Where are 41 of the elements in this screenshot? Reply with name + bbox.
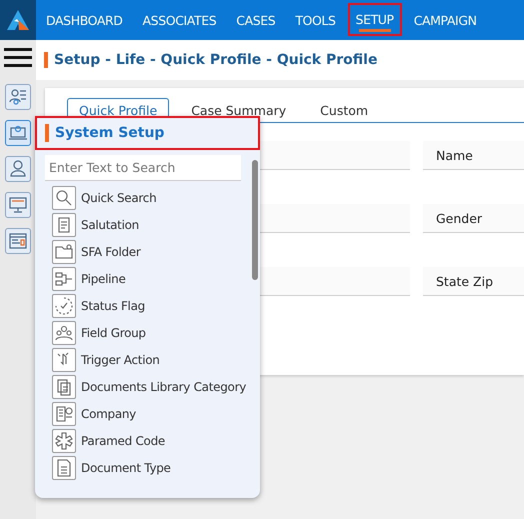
nav-tab[interactable]: DASHBOARD: [38, 0, 131, 40]
folder-icon: [52, 240, 76, 264]
menu-item[interactable]: Documents Library Category: [81, 380, 246, 394]
menu-item[interactable]: Quick Search: [81, 190, 156, 204]
menu-item[interactable]: Pipeline: [81, 272, 126, 286]
nav-tab[interactable]: TOOLS: [287, 0, 344, 40]
nav-tab[interactable]: CAMPAIGN: [406, 0, 485, 40]
documents-icon: [52, 374, 76, 398]
menu-item[interactable]: Document Type: [81, 460, 171, 474]
menu-item[interactable]: Trigger Action: [81, 352, 160, 366]
laptop-icon[interactable]: [5, 120, 31, 146]
flowchart-icon: [52, 266, 76, 290]
breadcrumb-title: Setup - Life - Quick Profile - Quick Profile: [44, 52, 378, 68]
tab[interactable]: Custom: [308, 98, 380, 122]
menu-icon[interactable]: [4, 48, 32, 68]
menu-header: System Setup: [35, 116, 260, 150]
menu-item[interactable]: Status Flag: [81, 298, 145, 312]
menu-item[interactable]: Company: [81, 406, 136, 420]
menu-item[interactable]: Field Group: [81, 326, 146, 340]
checklist-icon: [52, 402, 76, 426]
search-field[interactable]: Enter Text to Search: [45, 155, 241, 181]
menu-item[interactable]: Paramed Code: [81, 434, 165, 448]
nav-tab[interactable]: SETUP: [348, 3, 402, 36]
star-of-life-icon: [52, 428, 76, 452]
monitor-icon[interactable]: [5, 192, 31, 218]
user-icon[interactable]: [5, 156, 31, 182]
field-label: State Zip: [423, 267, 524, 296]
clock-icon: [52, 294, 76, 318]
profile-card-icon[interactable]: [5, 84, 31, 110]
menu-item[interactable]: Salutation: [81, 218, 139, 232]
window-icon[interactable]: [5, 228, 31, 254]
field-label: Gender: [423, 204, 524, 233]
menu-item[interactable]: SFA Folder: [81, 244, 141, 258]
field-label: Name: [423, 141, 524, 170]
nav-tab[interactable]: ASSOCIATES: [134, 0, 224, 40]
scrollbar[interactable]: [252, 160, 258, 280]
logo-icon[interactable]: [0, 0, 36, 40]
nav-tab[interactable]: CASES: [228, 0, 284, 40]
magnifier-icon: [52, 186, 76, 210]
document-icon: [52, 456, 76, 480]
people-icon: [52, 320, 76, 344]
